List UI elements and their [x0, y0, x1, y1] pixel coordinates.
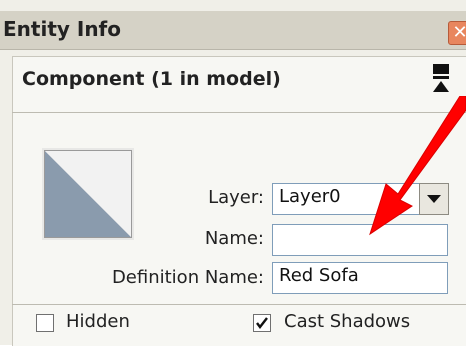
definition-name-value: Red Sofa — [279, 265, 359, 286]
red-arrow-annotation — [369, 96, 466, 236]
definition-name-label: Definition Name: — [111, 267, 264, 288]
layer-value: Layer0 — [279, 186, 341, 207]
entity-info-window: Entity Info ✕ Component (1 in model) Lay… — [0, 0, 466, 346]
component-preview-icon — [45, 151, 131, 237]
cast-shadows-checkbox[interactable] — [253, 314, 271, 332]
separator — [12, 304, 466, 305]
close-icon: ✕ — [452, 22, 466, 43]
title-bar[interactable]: Entity Info ✕ — [0, 11, 466, 50]
window-title: Entity Info — [3, 17, 121, 41]
checkmark-icon — [256, 317, 268, 329]
component-thumbnail — [44, 150, 132, 238]
close-button[interactable]: ✕ — [448, 21, 466, 45]
cast-shadows-label: Cast Shadows — [284, 311, 411, 332]
layer-label: Layer: — [208, 187, 264, 208]
panel-header: Component (1 in model) — [22, 68, 281, 90]
name-label: Name: — [204, 228, 264, 249]
definition-name-field[interactable]: Red Sofa — [272, 262, 448, 294]
collapse-button[interactable] — [430, 62, 452, 96]
hidden-checkbox[interactable] — [36, 314, 54, 332]
hidden-label: Hidden — [66, 311, 130, 332]
collapse-icon — [433, 64, 449, 92]
